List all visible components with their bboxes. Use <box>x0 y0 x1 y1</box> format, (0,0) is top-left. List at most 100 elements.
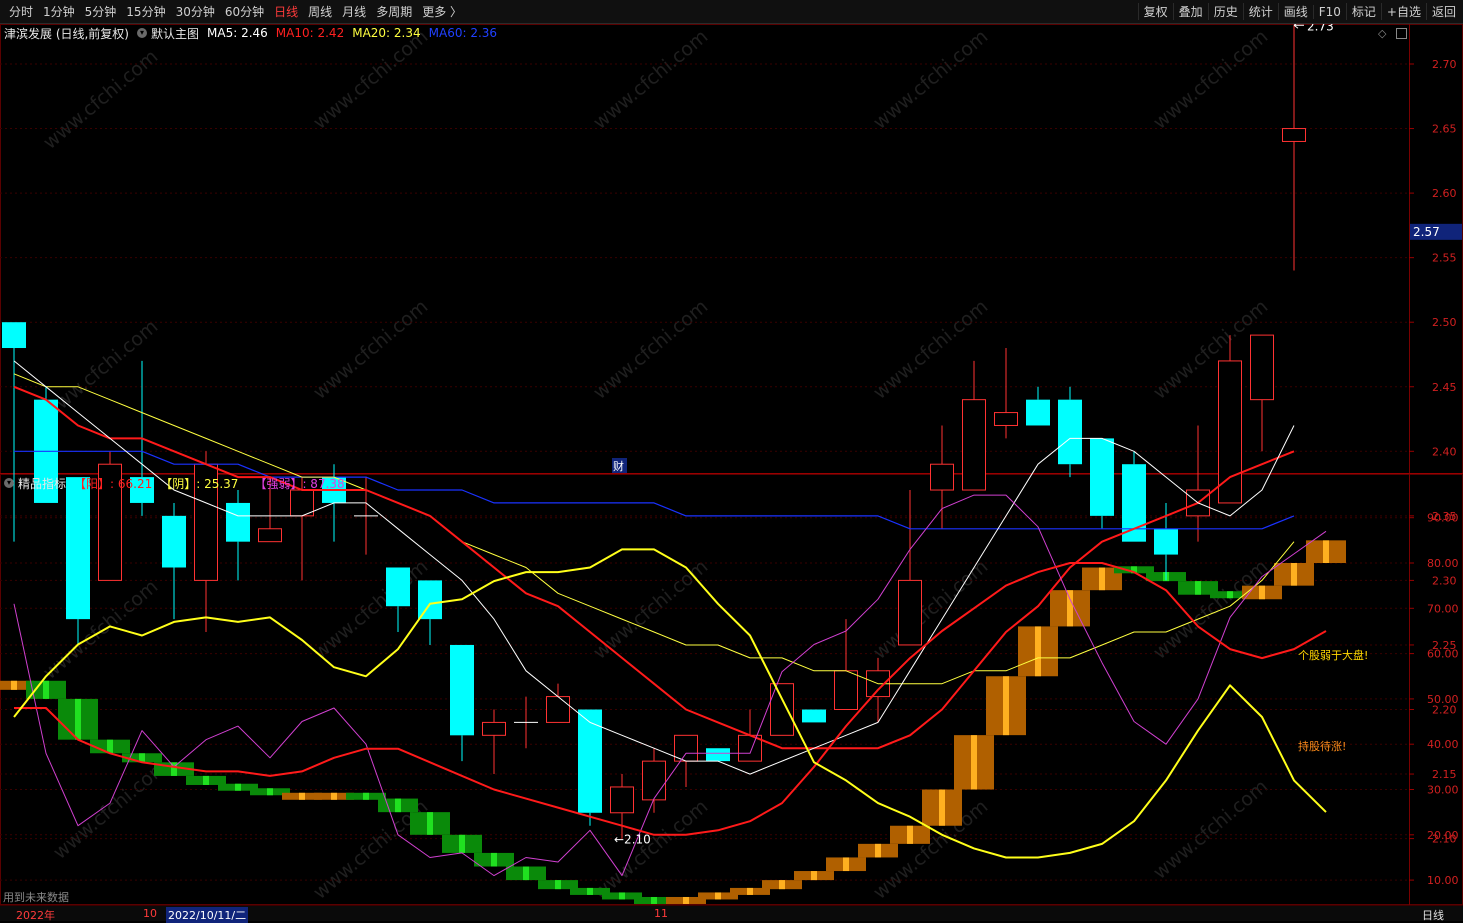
price-tick-label: 2.65 <box>1432 123 1457 136</box>
candle-body-up <box>258 528 282 543</box>
finance-marker: 财 <box>613 459 624 473</box>
toolbar-actions: 复权 叠加 历史 统计 画线 F10 标记 +自选 返回 <box>1137 0 1461 23</box>
indicator-bar-highlight <box>1099 567 1105 591</box>
candle-body-up <box>642 760 666 801</box>
template-menu-icon[interactable]: ▾ <box>137 28 147 38</box>
indicator-bar-highlight <box>331 792 337 800</box>
indicator-bar-highlight <box>843 857 849 872</box>
annotation-weak: 个股弱于大盘! <box>1298 649 1369 662</box>
watermark-text: www.cfchi.com <box>39 45 162 153</box>
panel-maximize-icon[interactable] <box>1396 28 1407 39</box>
indicator-bar-highlight <box>43 680 49 699</box>
indicator-bar-highlight <box>267 788 273 796</box>
month-11-label: 11 <box>654 907 668 920</box>
candle-body-down <box>2 322 26 349</box>
candle-body-up <box>482 721 506 736</box>
indicator-bar-highlight <box>1195 581 1201 595</box>
indicator-bar-highlight <box>523 866 529 881</box>
ma5-value: MA5: 2.46 <box>207 26 268 40</box>
period-tab-8[interactable]: 月线 <box>337 3 371 20</box>
period-tab-0[interactable]: 分时 <box>4 3 38 20</box>
chart-canvas: www.cfchi.com www.cfchi.com www.cfchi.com w… <box>0 19 1463 905</box>
candle-body-down <box>226 502 250 542</box>
toolbar-action-4[interactable]: 画线 <box>1277 3 1313 20</box>
period-label[interactable]: 日线 <box>1422 907 1444 923</box>
candle-body-up <box>898 579 922 646</box>
price-tick-label: 2.45 <box>1432 381 1457 394</box>
candle-body-down <box>1058 399 1082 465</box>
candle-body-down <box>450 644 474 736</box>
period-tab-4[interactable]: 30分钟 <box>171 3 220 20</box>
indicator-bar-highlight <box>75 698 81 740</box>
watermark-text: www.cfchi.com <box>1149 555 1272 663</box>
indicator-bar-highlight <box>427 812 433 835</box>
indicator-tick-label: 60.00 <box>1427 648 1459 661</box>
toolbar-action-1[interactable]: 叠加 <box>1172 3 1208 20</box>
price-tick-label: 2.55 <box>1432 252 1457 265</box>
ma20-value: MA20: 2.34 <box>352 26 421 40</box>
candle-body-up <box>930 463 954 491</box>
period-tab-10[interactable]: 更多 〉 <box>417 3 467 20</box>
indicator-bar-highlight <box>235 783 241 791</box>
period-tab-9[interactable]: 多周期 <box>371 3 417 20</box>
main-panel-frame <box>0 24 1463 474</box>
indicator-tick-label: 20.00 <box>1427 829 1459 842</box>
period-tab-1[interactable]: 1分钟 <box>38 3 80 20</box>
cursor-date: 2022/10/11/二 <box>166 907 249 923</box>
indicator-bar-highlight <box>715 892 721 900</box>
watermark-text: www.cfchi.com <box>589 795 712 903</box>
candle-body-down <box>1026 399 1050 426</box>
indicator-bar-highlight <box>1259 585 1265 600</box>
month-10-label: 10 <box>143 907 157 920</box>
period-tab-2[interactable]: 5分钟 <box>80 3 122 20</box>
indicator-title[interactable]: 精品指标 <box>18 475 66 492</box>
indicator-bar-highlight <box>1291 563 1297 586</box>
candle-body-up <box>290 489 314 517</box>
period-tab-3[interactable]: 15分钟 <box>121 3 170 20</box>
candle-body-up <box>994 412 1018 426</box>
indicator-bar-highlight <box>939 789 945 826</box>
indicator-bar-highlight <box>587 887 593 895</box>
period-tab-7[interactable]: 周线 <box>303 3 337 20</box>
toolbar-action-6[interactable]: 标记 <box>1345 3 1381 20</box>
ma10-value: MA10: 2.42 <box>275 26 345 40</box>
time-axis[interactable]: 2022年 10 2022/10/11/二 11 日线 <box>0 905 1463 923</box>
period-tab-6[interactable]: 日线 <box>269 3 303 20</box>
indicator-tick-label: 40.00 <box>1427 738 1459 751</box>
toolbar-action-5[interactable]: F10 <box>1312 4 1346 19</box>
template-label[interactable]: 默认主图 <box>151 25 199 42</box>
main-chart-header: 津滨发展 (日线,前复权) ▾ 默认主图 MA5: 2.46 MA10: 2.4… <box>4 25 497 41</box>
candle-body-up <box>546 696 570 723</box>
candle-body-down <box>386 567 410 607</box>
candlestick-series[interactable] <box>2 25 1306 839</box>
price-tick-label: 2.50 <box>1432 316 1457 329</box>
indicator-bar-highlight <box>619 892 625 900</box>
toolbar-action-0[interactable]: 复权 <box>1137 3 1173 20</box>
indicator-bar-highlight <box>299 792 305 800</box>
stock-title[interactable]: 津滨发展 (日线,前复权) <box>4 25 129 42</box>
toolbar-action-2[interactable]: 历史 <box>1207 3 1243 20</box>
indicator-tick-label: 70.00 <box>1427 602 1459 615</box>
toolbar-action-3[interactable]: 统计 <box>1242 3 1278 20</box>
indicator-bar-highlight <box>491 852 497 867</box>
watermark-text: www.cfchi.com <box>49 755 172 863</box>
indicator-bar-highlight <box>395 798 401 813</box>
period-toolbar: 分时 1分钟 5分钟 15分钟 30分钟 60分钟 日线 周线 月线 多周期 更多 〉 复权 叠加 历史… <box>0 0 1463 24</box>
indicator-bar-highlight <box>203 775 209 785</box>
sub-panel-frame <box>0 474 1463 905</box>
candle-body-down <box>66 477 90 620</box>
indicator-bar-highlight <box>747 887 753 895</box>
toolbar-action-8[interactable]: 返回 <box>1425 3 1461 20</box>
panel-expand-icon[interactable]: ◇ <box>1378 27 1386 40</box>
indicator-menu-icon[interactable]: ▾ <box>4 478 14 488</box>
period-tab-5[interactable]: 60分钟 <box>220 3 269 20</box>
indicator-tick-label: 80.00 <box>1427 557 1459 570</box>
price-tick-label: 2.60 <box>1432 187 1457 200</box>
watermark-text: www.cfchi.com <box>309 295 432 403</box>
candle-body-down <box>162 515 186 568</box>
candle-body-up <box>1250 334 1274 401</box>
indicator-bar-highlight <box>459 834 465 853</box>
indicator-tick-label: 10.00 <box>1427 874 1459 887</box>
indicator-bar-highlight <box>11 680 17 690</box>
toolbar-action-7[interactable]: +自选 <box>1380 3 1426 20</box>
